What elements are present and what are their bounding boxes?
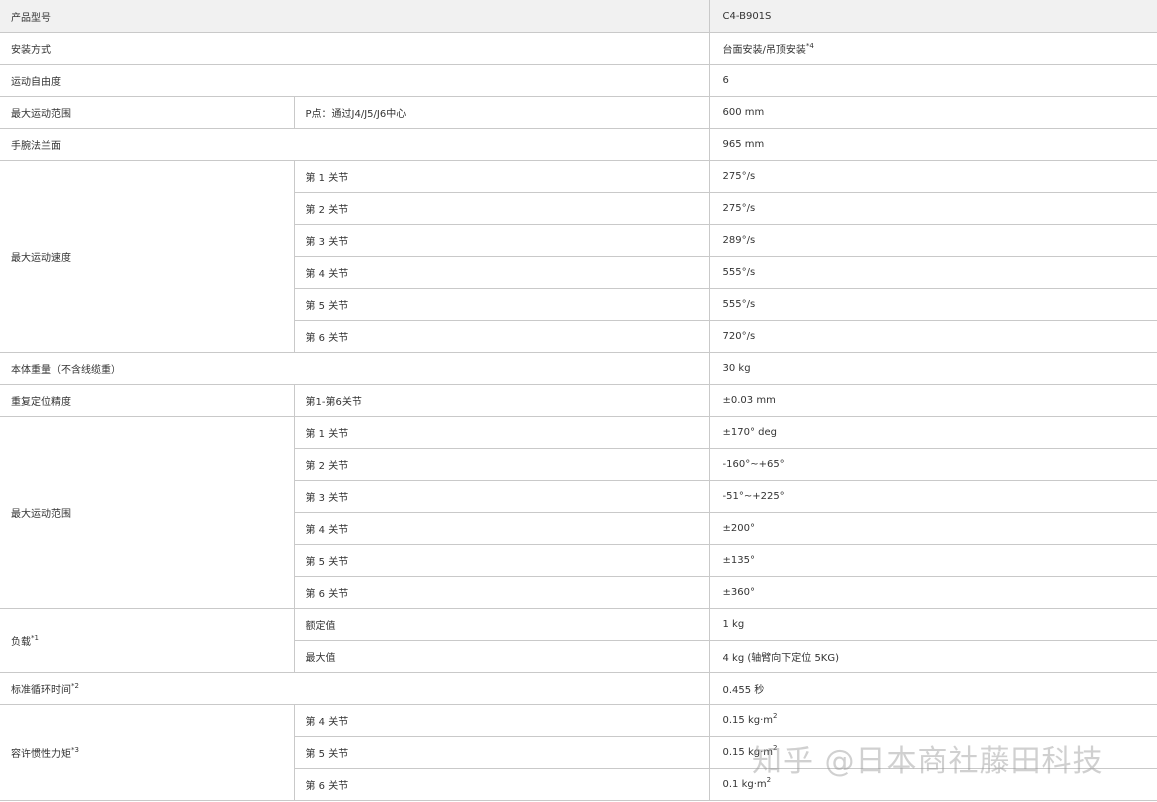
range-joint-label: 第 4 关节 [294, 512, 710, 545]
inertia-exponent: 2 [773, 711, 778, 720]
table-row-mounting: 安装方式 台面安装/吊顶安装*4 [0, 32, 1157, 65]
table-row-payload: 负载*1 额定值 1 kg [0, 608, 1157, 673]
model-value: C4-B901S [708, 0, 1157, 33]
payload-max-label: 最大值 [294, 640, 710, 673]
table-row-model: 产品型号 C4-B901S [0, 0, 1157, 33]
range-joint-value: ±360° [708, 576, 1157, 609]
mounting-note: *4 [805, 41, 814, 50]
mounting-value-cell: 台面安装/吊顶安装*4 [708, 32, 1157, 65]
mounting-label: 安装方式 [0, 32, 710, 65]
speed-joint-value: 275°/s [708, 192, 1157, 225]
inertia-joint-value: 0.15 kg·m [722, 747, 774, 758]
inertia-joint-label: 第 5 关节 [294, 736, 710, 769]
payload-rated-label: 额定值 [293, 608, 710, 641]
speed-joint-label: 第 2 关节 [294, 192, 710, 225]
repeatability-value: ±0.03 mm [708, 384, 1157, 417]
payload-label: 负载 [11, 637, 31, 648]
payload-label-cell: 负载*1 [0, 608, 295, 673]
repeatability-sub: 第1-第6关节 [293, 384, 710, 417]
inertia-exponent: 2 [773, 743, 778, 752]
spec-table: 产品型号 C4-B901S 安装方式 台面安装/吊顶安装*4 运动自由度 6 最… [0, 0, 1157, 801]
table-row-wrist-flange: 手腕法兰面 965 mm [0, 128, 1157, 161]
max-reach-value: 600 mm [708, 96, 1157, 129]
speed-joint-label: 第 6 关节 [294, 320, 710, 353]
inertia-label-cell: 容许惯性力矩*3 [0, 704, 295, 801]
inertia-joint-value: 0.1 kg·m [722, 779, 767, 790]
range-joint-value: -160°~+65° [708, 448, 1157, 481]
inertia-joint-value-cell: 0.1 kg·m2 [708, 768, 1157, 801]
range-joint-value: ±170° deg [708, 416, 1157, 449]
table-row-weight: 本体重量（不含线缆重） 30 kg [0, 352, 1157, 385]
mounting-value: 台面安装/吊顶安装 [722, 45, 806, 56]
inertia-joint-label: 第 4 关节 [293, 704, 710, 737]
wrist-flange-label: 手腕法兰面 [0, 128, 710, 161]
repeatability-label: 重复定位精度 [0, 384, 295, 417]
table-row-inertia: 容许惯性力矩*3 第 4 关节 0.15 kg·m2 [0, 704, 1157, 801]
motion-range-label: 最大运动范围 [0, 416, 295, 609]
range-joint-label: 第 1 关节 [293, 416, 710, 449]
dof-value: 6 [708, 64, 1157, 97]
range-joint-label: 第 3 关节 [294, 480, 710, 513]
inertia-joint-label: 第 6 关节 [294, 768, 710, 801]
cycle-time-label: 标准循环时间 [11, 685, 71, 696]
max-reach-label: 最大运动范围 [0, 96, 295, 129]
cycle-time-note: *2 [71, 681, 79, 690]
wrist-flange-value: 965 mm [708, 128, 1157, 161]
speed-joint-value: 555°/s [708, 256, 1157, 289]
table-row-cycle-time: 标准循环时间*2 0.455 秒 [0, 672, 1157, 705]
cycle-time-label-cell: 标准循环时间*2 [0, 672, 710, 705]
speed-joint-value: 555°/s [708, 288, 1157, 321]
payload-note: *1 [31, 633, 39, 642]
speed-joint-value: 720°/s [708, 320, 1157, 353]
max-reach-sub: P点：通过J4/J5/J6中心 [293, 96, 710, 129]
inertia-joint-value-cell: 0.15 kg·m2 [708, 736, 1157, 769]
speed-joint-label: 第 5 关节 [294, 288, 710, 321]
range-joint-value: ±135° [708, 544, 1157, 577]
table-row-dof: 运动自由度 6 [0, 64, 1157, 97]
payload-max-value: 4 kg (轴臂向下定位 5KG) [708, 640, 1157, 673]
range-joint-value: -51°~+225° [708, 480, 1157, 513]
weight-label: 本体重量（不含线缆重） [0, 352, 710, 385]
inertia-label: 容许惯性力矩 [11, 749, 71, 760]
range-joint-value: ±200° [708, 512, 1157, 545]
table-row-speed: 最大运动速度 第 1 关节 275°/s [0, 160, 1157, 353]
model-label: 产品型号 [0, 0, 710, 33]
speed-joint-label: 第 4 关节 [294, 256, 710, 289]
speed-joint-label: 第 1 关节 [293, 160, 710, 193]
cycle-time-value: 0.455 秒 [708, 672, 1157, 705]
table-row-repeatability: 重复定位精度 第1-第6关节 ±0.03 mm [0, 384, 1157, 417]
inertia-joint-value: 0.15 kg·m [722, 715, 774, 726]
range-joint-label: 第 2 关节 [294, 448, 710, 481]
payload-rated-value: 1 kg [708, 608, 1157, 641]
range-joint-label: 第 5 关节 [294, 544, 710, 577]
table-row-range: 最大运动范围 第 1 关节 ±170° deg [0, 416, 1157, 609]
speed-joint-value: 275°/s [708, 160, 1157, 193]
inertia-joint-value-cell: 0.15 kg·m2 [708, 704, 1157, 737]
weight-value: 30 kg [708, 352, 1157, 385]
table-row-max-reach: 最大运动范围 P点：通过J4/J5/J6中心 600 mm [0, 96, 1157, 129]
max-speed-label: 最大运动速度 [0, 160, 295, 353]
speed-joint-value: 289°/s [708, 224, 1157, 257]
speed-joint-label: 第 3 关节 [294, 224, 710, 257]
inertia-exponent: 2 [766, 775, 772, 784]
dof-label: 运动自由度 [0, 64, 710, 97]
inertia-note: *3 [71, 745, 79, 754]
range-joint-label: 第 6 关节 [294, 576, 710, 609]
